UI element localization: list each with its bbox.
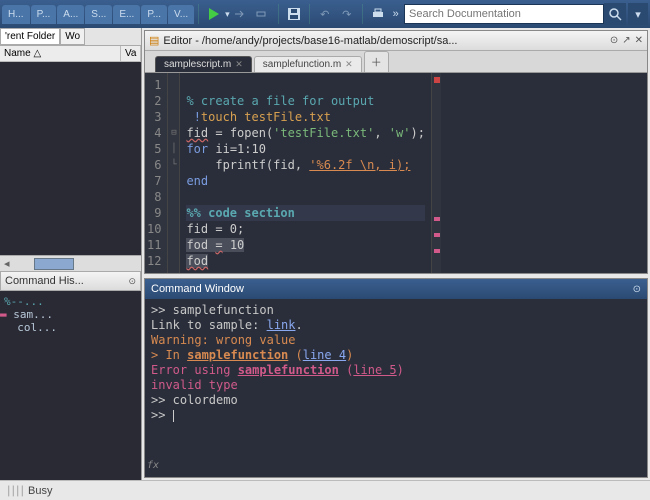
cmd-line: >> samplefunction	[151, 303, 641, 318]
fold-gutter[interactable]: ⊟│└	[168, 73, 180, 273]
history-title: Command His...	[5, 275, 84, 287]
status-bar: ∣∣∣∣ Busy	[0, 480, 650, 500]
print-button[interactable]	[367, 3, 389, 25]
history-header[interactable]: Command His... ⊙	[0, 271, 141, 291]
tab-editor[interactable]: E...	[113, 5, 140, 24]
undo-button[interactable]: ↶	[314, 3, 336, 25]
ribbon-tabs: H... P... A... S... E... P... V...	[2, 5, 194, 24]
error-marker[interactable]	[434, 77, 440, 83]
link-function[interactable]: samplefunction	[187, 348, 288, 362]
history-item[interactable]: col...	[4, 321, 137, 334]
left-sidebar: 'rent Folder Wo Name △ Va ◂ Command His.…	[0, 28, 142, 480]
cmd-warning: Warning: wrong value	[151, 333, 641, 348]
separator	[278, 4, 279, 24]
edit-marker	[434, 233, 440, 237]
tab-apps[interactable]: A...	[57, 5, 84, 24]
panel-menu-icon[interactable]: ⊙	[128, 276, 136, 287]
redo-button[interactable]: ↷	[336, 3, 358, 25]
editor-title: Editor - /home/andy/projects/base16-matl…	[163, 35, 457, 47]
fx-icon[interactable]: fx	[147, 458, 159, 473]
run-button[interactable]	[203, 3, 225, 25]
add-tab-button[interactable]: ＋	[364, 51, 389, 72]
scrollbar-thumb[interactable]	[34, 258, 74, 270]
tab-workspace[interactable]: Wo	[60, 28, 85, 45]
close-tab-icon[interactable]: ✕	[345, 59, 353, 70]
panel-menu-icon[interactable]: ⊙	[633, 284, 641, 295]
separator	[309, 4, 310, 24]
line-gutter: 123456789101112	[145, 73, 168, 273]
tab-current-folder[interactable]: 'rent Folder	[0, 28, 60, 45]
command-window: Command Window ⊙ >> samplefunction Link …	[144, 278, 648, 478]
separator	[198, 4, 199, 24]
cmd-error: invalid type	[151, 378, 641, 393]
tab-view[interactable]: V...	[168, 5, 194, 24]
tab-shortcuts[interactable]: S...	[85, 5, 112, 24]
step-button[interactable]	[230, 3, 252, 25]
folder-hscroll[interactable]: ◂	[0, 255, 141, 271]
file-tabbar: samplescript.m ✕ samplefunction.m ✕ ＋	[145, 51, 647, 73]
cmd-prompt[interactable]: >>	[151, 408, 641, 423]
top-toolbar: H... P... A... S... E... P... V... ▾ ↶ ↷…	[0, 0, 650, 28]
command-body[interactable]: >> samplefunction Link to sample: link. …	[145, 299, 647, 477]
link-line[interactable]: line 5	[353, 363, 396, 377]
cmd-error: Error using samplefunction (line 5)	[151, 363, 641, 378]
close-tab-icon[interactable]: ✕	[235, 59, 243, 70]
tab-home[interactable]: H...	[2, 5, 30, 24]
editor-icon: ▤	[149, 34, 159, 47]
tab-plots[interactable]: P...	[31, 5, 57, 24]
close-icon[interactable]: ✕	[635, 35, 643, 46]
tab-publish[interactable]: P...	[141, 5, 167, 24]
folder-list[interactable]	[0, 62, 141, 255]
editor-header: ▤ Editor - /home/andy/projects/base16-ma…	[145, 31, 647, 51]
file-tab-samplescript[interactable]: samplescript.m ✕	[155, 56, 252, 72]
folder-tabbar: 'rent Folder Wo	[0, 28, 141, 46]
history-panel: %--... ▬ sam... col...	[0, 291, 141, 480]
link-function[interactable]: samplefunction	[238, 363, 339, 377]
status-text: Busy	[28, 485, 52, 497]
search-button[interactable]	[604, 3, 626, 25]
resize-grip-icon[interactable]: ∣∣∣∣	[6, 484, 24, 497]
code-marker-strip[interactable]	[431, 73, 441, 273]
history-item[interactable]: ▬ sam...	[4, 308, 137, 321]
main-menu-dropdown[interactable]: ▾	[628, 3, 648, 25]
search-box	[404, 4, 604, 24]
cmd-warning: > In samplefunction (line 4)	[151, 348, 641, 363]
right-area: ▤ Editor - /home/andy/projects/base16-ma…	[142, 28, 650, 480]
code-body[interactable]: % create a file for output !touch testFi…	[180, 73, 430, 273]
link[interactable]: link	[267, 318, 296, 332]
file-tab-label: samplefunction.m	[263, 59, 341, 70]
col-value[interactable]: Va	[121, 46, 141, 61]
link-line[interactable]: line 4	[303, 348, 346, 362]
edit-marker	[434, 217, 440, 221]
history-list[interactable]: %--... ▬ sam... col...	[0, 291, 141, 480]
search-input[interactable]	[404, 4, 604, 24]
edit-marker	[434, 249, 440, 253]
step-out-button[interactable]	[252, 3, 274, 25]
code-editor[interactable]: 123456789101112 ⊟│└ % create a file for …	[145, 73, 647, 273]
main-layout: 'rent Folder Wo Name △ Va ◂ Command His.…	[0, 28, 650, 480]
cmd-line: >> colordemo	[151, 393, 641, 408]
file-tab-label: samplescript.m	[164, 59, 231, 70]
cmd-line: Link to sample: link.	[151, 318, 641, 333]
col-name[interactable]: Name △	[0, 46, 121, 61]
panel-menu-icon[interactable]: ⊙	[610, 35, 618, 46]
overflow-icon[interactable]: »	[393, 8, 399, 20]
maximize-icon[interactable]: ↗	[622, 35, 630, 46]
history-item[interactable]: %--...	[4, 295, 137, 308]
file-tab-samplefunction[interactable]: samplefunction.m ✕	[254, 56, 362, 72]
editor-pane: ▤ Editor - /home/andy/projects/base16-ma…	[144, 30, 648, 274]
save-button[interactable]	[283, 3, 305, 25]
separator	[362, 4, 363, 24]
folder-columns: Name △ Va	[0, 46, 141, 62]
